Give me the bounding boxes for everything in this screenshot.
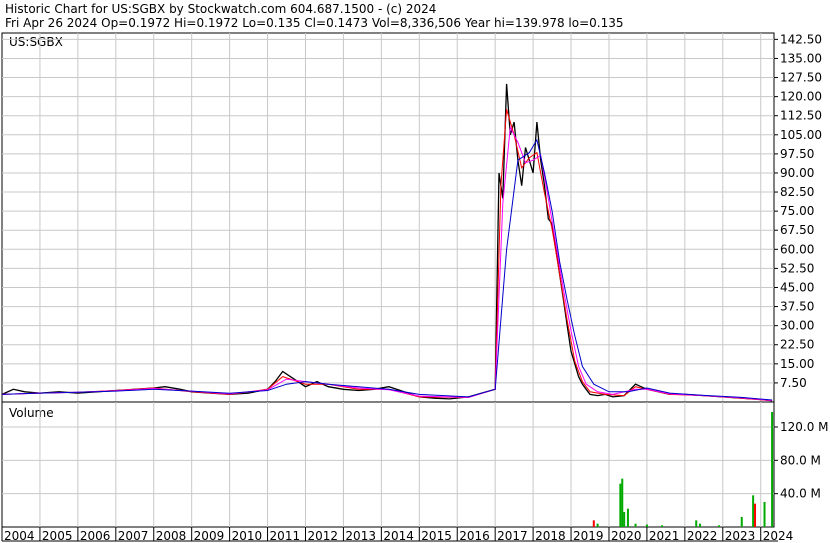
price-series-ma_mid (1, 125, 773, 401)
price-y-tick-label: 90.00 (780, 166, 814, 180)
volume-y-tick-label: 120.0 M (780, 420, 829, 434)
volume-bar (619, 483, 622, 527)
volume-y-tick-label: 40.0 M (780, 487, 821, 501)
price-y-tick-label: 120.00 (780, 90, 822, 104)
volume-panel-frame (1, 401, 775, 528)
chart-header-quote: Fri Apr 26 2024 Op=0.1972 Hi=0.1972 Lo=0… (5, 16, 624, 30)
volume-panel-title: Volume (9, 406, 54, 420)
volume-bar (699, 523, 702, 527)
price-series-ma_long (1, 138, 773, 401)
volume-bar (634, 523, 637, 527)
volume-bar (596, 523, 599, 527)
price-y-tick-label: 52.50 (780, 261, 814, 275)
price-y-tick-label: 60.00 (780, 242, 814, 256)
volume-bar (661, 525, 664, 527)
volume-bar (626, 508, 629, 527)
stock-chart: Historic Chart for US:SGBX by Stockwatch… (1, 2, 829, 543)
price-y-tick-label: 142.50 (780, 32, 822, 46)
price-y-tick-label: 82.50 (780, 185, 814, 199)
price-y-axis: 142.50 135.00 127.50 120.00 112.50 105.00 97.5… (774, 32, 822, 390)
volume-grid (2, 402, 774, 527)
price-panel-frame (1, 32, 775, 403)
x-axis: 2004 2005 2006 2007 2008 2009 2010 2011 2012 2013… (1, 527, 793, 543)
price-y-tick-label: 15.00 (780, 357, 814, 371)
volume-bar (763, 502, 766, 527)
volume-bar (771, 412, 774, 527)
price-grid (2, 33, 774, 402)
volume-bar (695, 520, 698, 527)
price-y-tick-label: 7.50 (780, 376, 807, 390)
volume-bar (645, 524, 648, 527)
volume-bar (621, 478, 624, 527)
price-y-tick-label: 45.00 (780, 280, 814, 294)
price-y-tick-label: 127.50 (780, 71, 822, 85)
price-y-tick-label: 105.00 (780, 128, 822, 142)
volume-bar (592, 520, 595, 527)
price-series-group (1, 83, 773, 402)
price-series-price (1, 83, 773, 402)
volume-bar (754, 503, 757, 527)
volume-bar (717, 525, 720, 527)
price-y-tick-label: 22.50 (780, 338, 814, 352)
volume-bar (623, 512, 626, 527)
symbol-label: US:SGBX (9, 35, 63, 49)
price-y-tick-label: 30.00 (780, 319, 814, 333)
price-series-ma_short (1, 109, 773, 402)
price-y-tick-label: 37.50 (780, 300, 814, 314)
volume-bar (740, 517, 743, 527)
volume-y-axis: 120.0 M 80.0 M 40.0 M (774, 420, 829, 501)
price-y-tick-label: 135.00 (780, 51, 822, 65)
price-y-tick-label: 112.50 (780, 109, 822, 123)
volume-y-tick-label: 80.0 M (780, 453, 821, 467)
chart-header-title: Historic Chart for US:SGBX by Stockwatch… (5, 2, 436, 16)
price-y-tick-label: 97.50 (780, 147, 814, 161)
volume-bars (592, 412, 774, 527)
price-y-tick-label: 75.00 (780, 204, 814, 218)
price-y-tick-label: 67.50 (780, 223, 814, 237)
volume-bar (752, 495, 755, 527)
